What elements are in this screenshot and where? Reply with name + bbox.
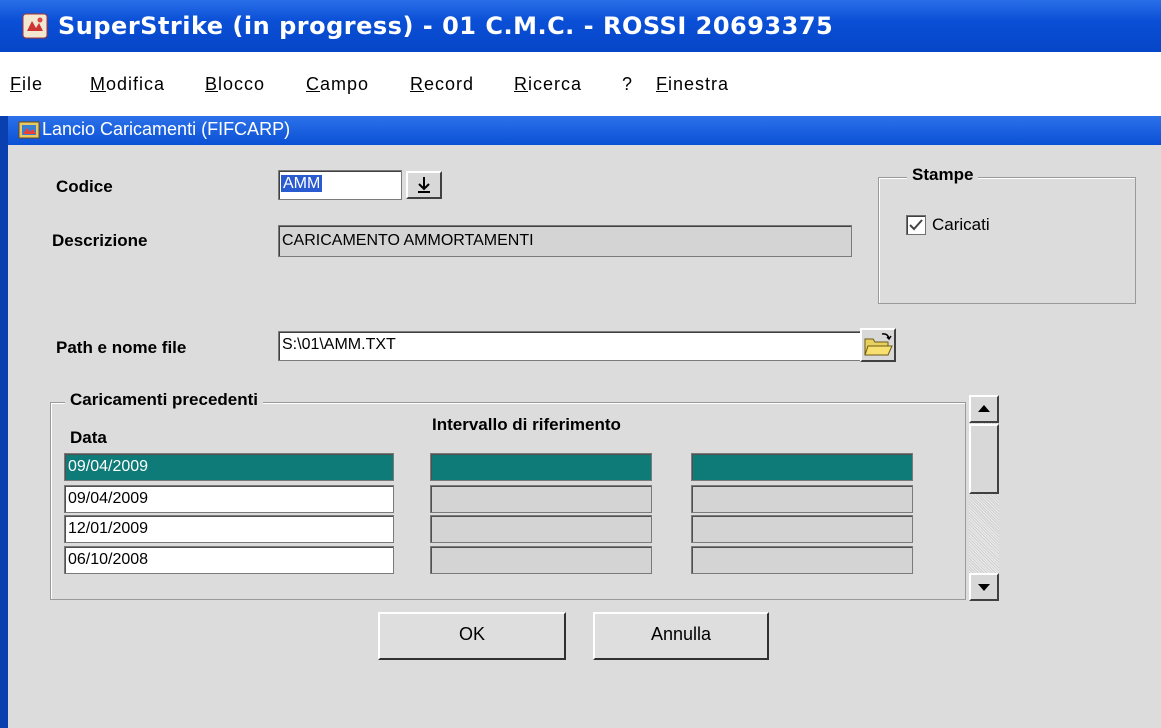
caricati-checkbox[interactable]	[906, 215, 926, 235]
stampe-groupbox	[878, 177, 1136, 304]
menu-label: ampo	[320, 74, 370, 94]
menu-accel: F	[10, 74, 22, 94]
col-data-header: Data	[70, 428, 107, 447]
window-left-edge	[0, 116, 8, 728]
menu-label: icerca	[528, 74, 583, 94]
menu-label: ile	[22, 74, 44, 94]
table-row-from[interactable]	[430, 453, 652, 481]
menu-modifica[interactable]: Modifica	[90, 74, 165, 95]
descrizione-label: Descrizione	[52, 231, 148, 250]
browse-file-button[interactable]	[860, 328, 896, 362]
scroll-up-button[interactable]	[969, 395, 999, 423]
form-title-bar[interactable]: Lancio Caricamenti (FIFCARP)	[8, 116, 1161, 145]
table-row-data[interactable]: 09/04/2009	[64, 485, 394, 513]
app-icon	[22, 13, 48, 39]
annulla-button[interactable]: Annulla	[593, 612, 769, 660]
window-title-bar[interactable]: SuperStrike (in progress) - 01 C.M.C. - …	[0, 0, 1161, 52]
menu-blocco[interactable]: Blocco	[205, 74, 265, 95]
menu-accel: F	[656, 74, 668, 94]
table-row-from[interactable]	[430, 546, 652, 574]
menu-help[interactable]: ?	[622, 74, 633, 95]
table-row-to[interactable]	[691, 453, 913, 481]
menu-finestra[interactable]: Finestra	[656, 74, 729, 95]
path-input[interactable]: S:\01\AMM.TXT	[278, 331, 862, 361]
stampe-title: Stampe	[907, 165, 979, 185]
menu-label: locco	[218, 74, 266, 94]
arrow-down-icon	[418, 177, 430, 193]
window-title: SuperStrike (in progress) - 01 C.M.C. - …	[58, 12, 834, 40]
menu-accel: C	[306, 74, 320, 94]
menu-ricerca[interactable]: Ricerca	[514, 74, 582, 95]
menu-accel: M	[90, 74, 106, 94]
caricati-label: Caricati	[932, 215, 990, 234]
menu-accel: R	[410, 74, 424, 94]
path-label: Path e nome file	[56, 338, 187, 357]
arrow-down-icon	[978, 584, 990, 591]
ok-button[interactable]: OK	[378, 612, 566, 660]
codice-lov-button[interactable]	[406, 171, 442, 199]
codice-input[interactable]: AMM	[278, 170, 402, 200]
menu-record[interactable]: Record	[410, 74, 474, 95]
menu-label: odifica	[106, 74, 166, 94]
descrizione-field: CARICAMENTO AMMORTAMENTI	[278, 225, 852, 257]
check-icon	[909, 219, 923, 231]
table-row-from[interactable]	[430, 515, 652, 543]
table-row-to[interactable]	[691, 546, 913, 574]
menu-label: ?	[622, 74, 634, 94]
form-icon	[18, 120, 40, 140]
table-row-data[interactable]: 12/01/2009	[64, 515, 394, 543]
menu-label: ecord	[424, 74, 475, 94]
codice-value: AMM	[281, 175, 323, 192]
menu-file[interactable]: File	[10, 74, 43, 95]
menu-label: inestra	[668, 74, 730, 94]
table-row-data[interactable]: 06/10/2008	[64, 546, 394, 574]
folder-open-icon	[864, 333, 893, 356]
scroll-down-button[interactable]	[969, 573, 999, 601]
menu-accel: B	[205, 74, 219, 94]
codice-label: Codice	[56, 177, 113, 196]
table-row-data[interactable]: 09/04/2009	[64, 453, 394, 481]
menu-campo[interactable]: Campo	[306, 74, 369, 95]
arrow-up-icon	[978, 405, 990, 412]
menu-accel: R	[514, 74, 528, 94]
table-row-from[interactable]	[430, 485, 652, 513]
table-row-to[interactable]	[691, 485, 913, 513]
table-row-to[interactable]	[691, 515, 913, 543]
precedenti-title: Caricamenti precedenti	[65, 390, 264, 410]
scroll-thumb[interactable]	[969, 424, 999, 494]
form-title: Lancio Caricamenti (FIFCARP)	[42, 119, 291, 139]
menu-bar: File Modifica Blocco Campo Record Ricerc…	[0, 66, 1161, 106]
records-scrollbar[interactable]	[969, 395, 999, 601]
form-content: Codice AMM Descrizione CARICAMENTO AMMOR…	[8, 145, 1161, 728]
col-intervallo-header: Intervallo di riferimento	[432, 415, 621, 434]
